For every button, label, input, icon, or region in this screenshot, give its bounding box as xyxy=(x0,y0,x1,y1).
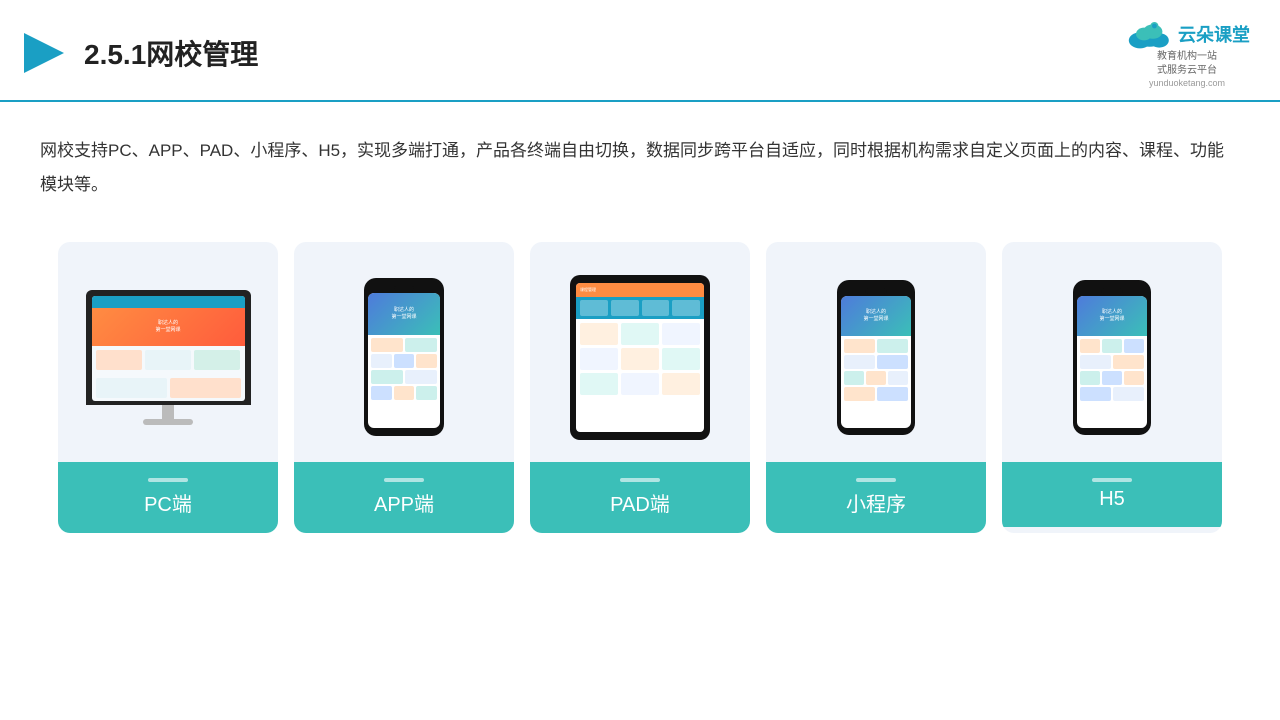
cloud-icon xyxy=(1124,18,1172,50)
card-miniprogram: 职达人的第一堂网课 xyxy=(766,242,986,533)
cards-container: 职达人的第一堂网课 xyxy=(0,222,1280,553)
card-label-h5: H5 xyxy=(1002,462,1222,527)
monitor-mockup: 职达人的第一堂网课 xyxy=(86,290,251,425)
phone-mockup-h5: 职达人的第一堂网课 xyxy=(1073,280,1151,435)
card-label-app: APP端 xyxy=(294,462,514,533)
card-image-miniprogram: 职达人的第一堂网课 xyxy=(766,242,986,462)
card-label-miniprogram: 小程序 xyxy=(766,462,986,533)
logo-text: 云朵课堂 xyxy=(1178,21,1250,47)
page-title: 2.5.1网校管理 xyxy=(84,33,258,73)
phone-mockup-miniprogram: 职达人的第一堂网课 xyxy=(837,280,915,435)
play-icon xyxy=(20,29,68,77)
card-app: 职达人的第一堂网课 xyxy=(294,242,514,533)
card-image-app: 职达人的第一堂网课 xyxy=(294,242,514,462)
card-image-h5: 职达人的第一堂网课 xyxy=(1002,242,1222,462)
card-pc: 职达人的第一堂网课 xyxy=(58,242,278,533)
card-label-pc: PC端 xyxy=(58,462,278,533)
description-text: 网校支持PC、APP、PAD、小程序、H5，实现多端打通，产品各终端自由切换，数… xyxy=(0,102,1280,222)
phone-mockup-app: 职达人的第一堂网课 xyxy=(364,278,444,436)
tablet-mockup: 课程管理 xyxy=(570,275,710,440)
logo-url: yunduoketang.com xyxy=(1149,78,1225,88)
card-image-pad: 课程管理 xyxy=(530,242,750,462)
header-left: 2.5.1网校管理 xyxy=(20,29,258,77)
logo-area: 云朵课堂 教育机构一站式服务云平台 yunduoketang.com xyxy=(1124,18,1250,88)
card-image-pc: 职达人的第一堂网课 xyxy=(58,242,278,462)
card-pad: 课程管理 xyxy=(530,242,750,533)
logo-tagline: 教育机构一站式服务云平台 xyxy=(1157,50,1217,78)
card-h5: 职达人的第一堂网课 xyxy=(1002,242,1222,533)
header: 2.5.1网校管理 云朵课堂 教育机构一站式服务云平台 yunduoketang… xyxy=(0,0,1280,102)
logo-cloud: 云朵课堂 xyxy=(1124,18,1250,50)
card-label-pad: PAD端 xyxy=(530,462,750,533)
